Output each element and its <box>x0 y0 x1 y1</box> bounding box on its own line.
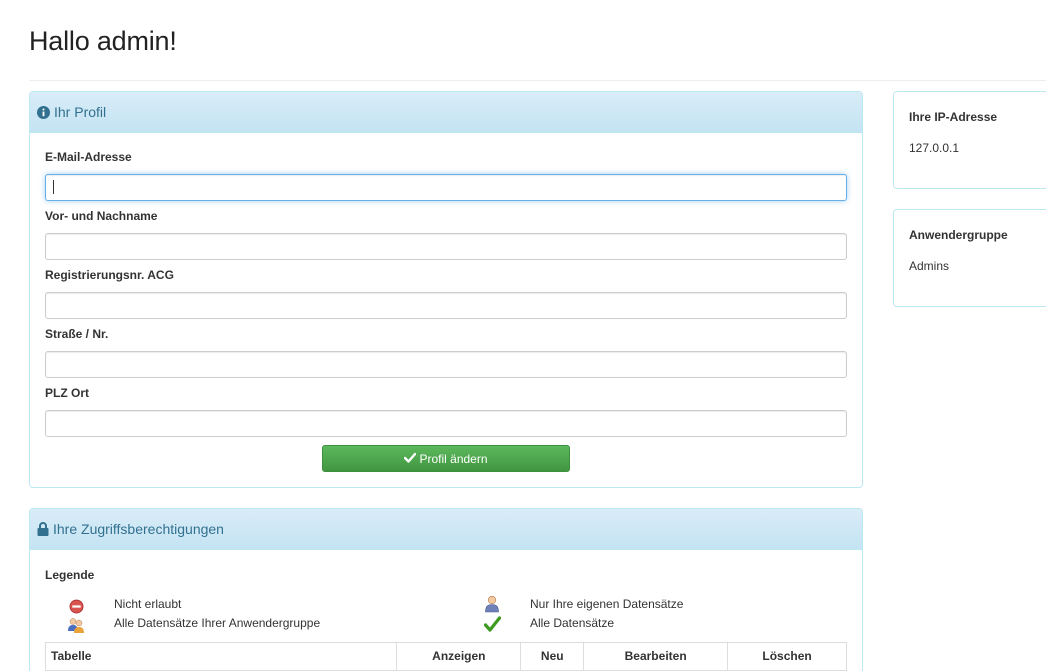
access-panel: Ihre Zugriffsberechtigungen Legende Nich… <box>29 508 863 671</box>
lock-icon <box>37 522 49 536</box>
name-group: Vor- und Nachname <box>45 209 847 260</box>
email-group: E-Mail-Adresse <box>45 150 847 201</box>
legend-label: Alle Datensätze <box>530 616 615 630</box>
column-header-delete[interactable]: Löschen <box>727 642 847 671</box>
column-header-table[interactable]: Tabelle <box>44 642 398 671</box>
email-label: E-Mail-Adresse <box>45 150 132 164</box>
checkmark-icon <box>483 615 501 633</box>
column-header-edit[interactable]: Bearbeiten <box>583 642 729 671</box>
street-field[interactable] <box>45 351 847 378</box>
table-header-row: Tabelle Anzeigen Neu Bearbeiten Löschen <box>44 642 847 671</box>
email-field[interactable] <box>45 174 847 201</box>
ip-title: Ihre IP-Adresse <box>909 110 998 124</box>
profile-panel: Ihr Profil E-Mail-Adresse Vor- und Nachn… <box>29 91 863 488</box>
user-group-title: Anwendergruppe <box>909 228 1008 242</box>
column-header-view[interactable]: Anzeigen <box>396 642 522 671</box>
city-label: PLZ Ort <box>45 386 89 400</box>
access-panel-heading: Ihre Zugriffsberechtigungen <box>30 509 862 550</box>
profile-panel-title: Ihr Profil <box>54 104 107 120</box>
ip-panel: Ihre IP-Adresse 127.0.0.1 <box>893 91 1046 189</box>
column-header-new[interactable]: Neu <box>520 642 585 671</box>
city-field[interactable] <box>45 410 847 437</box>
ip-value: 127.0.0.1 <box>909 141 960 155</box>
text-cursor <box>53 180 54 194</box>
profile-panel-heading: Ihr Profil <box>30 92 862 133</box>
city-group: PLZ Ort <box>45 386 847 437</box>
no-entry-icon <box>67 597 85 615</box>
registration-group: Registrierungsnr. ACG <box>45 268 847 319</box>
checkmark-icon <box>404 452 419 466</box>
legend-title: Legende <box>45 568 95 582</box>
name-field[interactable] <box>45 233 847 260</box>
legend-item-all-records: Alle Datensätze <box>530 616 614 630</box>
user-group-value: Admins <box>909 259 950 273</box>
title-divider <box>29 80 1046 81</box>
legend-item-group-records: Alle Datensätze Ihrer Anwendergruppe <box>114 616 320 630</box>
save-profile-label: Profil ändern <box>419 451 488 466</box>
legend-item-own-records: Nur Ihre eigenen Datensätze <box>530 597 683 611</box>
page-title: Hallo admin! <box>29 26 177 56</box>
street-group: Straße / Nr. <box>45 327 847 378</box>
save-profile-button[interactable]: Profil ändern <box>322 445 570 472</box>
legend-label: Nicht erlaubt <box>114 597 182 611</box>
registration-field[interactable] <box>45 292 847 319</box>
single-user-icon <box>483 595 501 613</box>
street-label: Straße / Nr. <box>45 327 109 341</box>
registration-label: Registrierungsnr. ACG <box>45 268 174 282</box>
legend-item-not-allowed: Nicht erlaubt <box>114 597 181 611</box>
legend-label: Nur Ihre eigenen Datensätze <box>530 597 684 611</box>
info-icon <box>37 105 50 119</box>
access-panel-title: Ihre Zugriffsberechtigungen <box>53 521 224 537</box>
permissions-table: Tabelle Anzeigen Neu Bearbeiten Löschen <box>44 642 847 671</box>
legend-label: Alle Datensätze Ihrer Anwendergruppe <box>114 616 321 630</box>
user-group-icon <box>67 616 85 634</box>
name-label: Vor- und Nachname <box>45 209 158 223</box>
user-group-panel: Anwendergruppe Admins <box>893 209 1046 307</box>
